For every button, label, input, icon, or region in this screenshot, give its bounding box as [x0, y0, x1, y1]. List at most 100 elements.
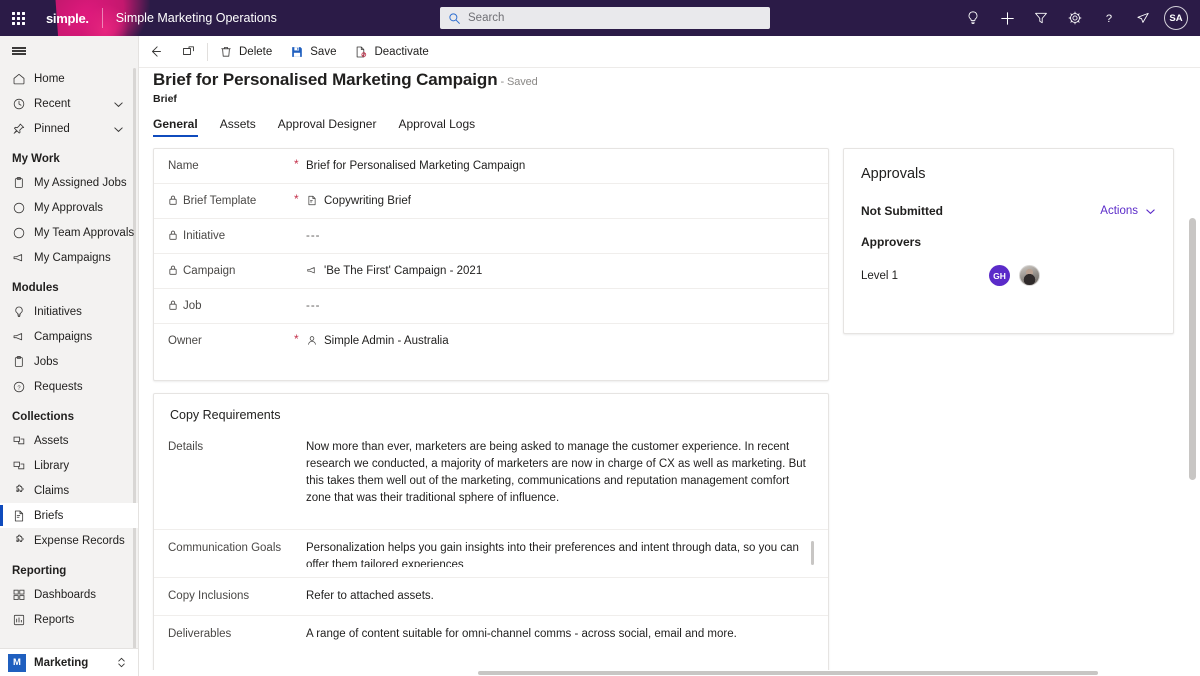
deactivate-button[interactable]: Deactivate	[345, 36, 437, 68]
field-value-campaign[interactable]: 'Be The First' Campaign - 2021	[306, 263, 814, 280]
approvals-actions-button[interactable]: Actions	[1100, 205, 1156, 217]
field-row-job[interactable]: Job ---	[154, 289, 828, 324]
popout-button[interactable]	[172, 36, 205, 68]
save-button-label: Save	[310, 45, 337, 58]
sidebar-item-recent[interactable]: Recent	[0, 91, 138, 116]
sidebar-group-title: Collections	[12, 411, 74, 423]
chevron-down-icon[interactable]	[113, 124, 124, 135]
field-row-details[interactable]: Details Now more than ever, marketers ar…	[154, 429, 828, 530]
sidebar-item-expense-records[interactable]: Expense Records	[0, 528, 138, 553]
field-label-text: Owner	[168, 335, 202, 347]
brand-logo[interactable]: simple.	[46, 11, 89, 26]
sidebar-item-pinned[interactable]: Pinned	[0, 116, 138, 141]
field-value-owner[interactable]: Simple Admin - Australia	[306, 333, 814, 350]
sidebar-item-briefs[interactable]: Briefs	[0, 503, 138, 528]
field-value-text: A range of content suitable for omni-cha…	[306, 628, 737, 640]
field-row-communication-goals[interactable]: Communication Goals Personalization help…	[154, 530, 828, 578]
field-row-deliverables[interactable]: Deliverables A range of content suitable…	[154, 616, 828, 675]
clipboard-icon	[12, 175, 30, 191]
user-avatar[interactable]: SA	[1164, 6, 1188, 30]
sidebar-item-my-approvals[interactable]: My Approvals	[0, 195, 138, 220]
field-row-owner[interactable]: Owner * Simple Admin - Australia	[154, 324, 828, 358]
approver-level-label: Level 1	[861, 269, 899, 282]
sidebar-group-title: My Work	[12, 153, 60, 165]
plus-icon[interactable]	[990, 0, 1024, 36]
tab-approval-designer[interactable]: Approval Designer	[278, 117, 377, 137]
sidebar-item-label: Requests	[34, 380, 83, 393]
sidebar-item-claims[interactable]: Claims	[0, 478, 138, 503]
field-value-job[interactable]: ---	[306, 298, 814, 315]
arrow-left-icon	[152, 46, 161, 57]
left-sidebar: Home Recent Pinned My Work My Assigned J…	[0, 36, 139, 676]
field-row-initiative[interactable]: Initiative ---	[154, 219, 828, 254]
field-value-communication-goals[interactable]: Personalization helps you gain insights …	[306, 540, 814, 567]
record-header: Brief for Personalised Marketing Campaig…	[153, 70, 538, 105]
field-scrollbar[interactable]	[811, 541, 814, 565]
tab-general[interactable]: General	[153, 117, 198, 137]
field-row-brief-template[interactable]: Brief Template * Copywriting Brief	[154, 184, 828, 219]
question-icon[interactable]: ?	[1092, 0, 1126, 36]
field-label: Details	[168, 439, 294, 454]
sidebar-item-my-campaigns[interactable]: My Campaigns	[0, 245, 138, 270]
sidebar-item-home[interactable]: Home	[0, 66, 138, 91]
sidebar-item-label: My Campaigns	[34, 251, 111, 264]
field-row-copy-inclusions[interactable]: Copy Inclusions Refer to attached assets…	[154, 578, 828, 616]
sitemap-toggle-button[interactable]	[0, 36, 138, 66]
back-button[interactable]	[139, 36, 172, 68]
app-launcher-button[interactable]	[0, 0, 36, 36]
gear-icon[interactable]	[1058, 0, 1092, 36]
sidebar-item-initiatives[interactable]: Initiatives	[0, 299, 138, 324]
command-bar: Delete Save Deactivate	[139, 36, 1200, 68]
svg-text:?: ?	[1106, 13, 1112, 25]
lightbulb-icon	[12, 304, 30, 320]
main-vertical-scrollbar-thumb[interactable]	[1189, 218, 1196, 480]
page-title: Brief for Personalised Marketing Campaig…	[153, 70, 538, 90]
field-value-initiative[interactable]: ---	[306, 228, 814, 245]
sidebar-item-assets[interactable]: Assets	[0, 428, 138, 453]
sidebar-item-my-assigned-jobs[interactable]: My Assigned Jobs	[0, 170, 138, 195]
chevron-down-icon[interactable]	[113, 99, 124, 110]
sidebar-item-jobs[interactable]: Jobs	[0, 349, 138, 374]
chevron-up-down-icon[interactable]	[116, 656, 127, 669]
sidebar-item-my-team-approvals[interactable]: My Team Approvals	[0, 220, 138, 245]
org-name: Marketing	[34, 656, 89, 669]
field-value-deliverables[interactable]: A range of content suitable for omni-cha…	[306, 626, 814, 643]
field-value-name[interactable]: Brief for Personalised Marketing Campaig…	[306, 158, 814, 175]
save-button[interactable]: Save	[281, 36, 345, 68]
field-label-text: Name	[168, 160, 199, 172]
field-value-text: ---	[306, 230, 321, 242]
field-label-text: Initiative	[183, 230, 226, 242]
send-icon[interactable]	[1126, 0, 1160, 36]
org-avatar-initial: M	[13, 657, 21, 668]
filter-icon[interactable]	[1024, 0, 1058, 36]
tab-approval-logs[interactable]: Approval Logs	[398, 117, 475, 137]
approver-avatar-initials[interactable]: GH	[989, 265, 1010, 286]
header-icon-group: ? SA	[956, 0, 1194, 36]
field-row-campaign[interactable]: Campaign 'Be The First' Campaign - 2021	[154, 254, 828, 289]
sidebar-item-dashboards[interactable]: Dashboards	[0, 582, 138, 607]
field-row-name[interactable]: Name * Brief for Personalised Marketing …	[154, 149, 828, 184]
tab-assets[interactable]: Assets	[220, 117, 256, 137]
sidebar-item-reports[interactable]: Reports	[0, 607, 138, 632]
org-switcher[interactable]: M Marketing	[0, 648, 138, 676]
trash-icon	[221, 46, 231, 57]
main-horizontal-scrollbar-thumb[interactable]	[478, 671, 1098, 675]
field-value-brief-template[interactable]: Copywriting Brief	[306, 193, 814, 210]
search-input[interactable]: Search	[440, 7, 770, 29]
lightbulb-icon[interactable]	[956, 0, 990, 36]
brief-icon	[306, 193, 319, 207]
field-value-details[interactable]: Now more than ever, marketers are being …	[306, 439, 814, 507]
sidebar-item-library[interactable]: Library	[0, 453, 138, 478]
sidebar-item-label: Claims	[34, 484, 70, 497]
main-vertical-scrollbar-track	[1187, 68, 1199, 676]
library-icon	[12, 458, 30, 474]
required-asterisk: *	[294, 332, 299, 346]
sidebar-item-label: Expense Records	[34, 534, 125, 547]
approver-avatar-photo[interactable]	[1019, 265, 1040, 286]
field-label: Communication Goals	[168, 540, 294, 555]
field-value-copy-inclusions[interactable]: Refer to attached assets.	[306, 588, 814, 605]
sidebar-item-campaigns[interactable]: Campaigns	[0, 324, 138, 349]
sidebar-item-requests[interactable]: ? Requests	[0, 374, 138, 399]
delete-button[interactable]: Delete	[210, 36, 281, 68]
sidebar-item-label: Campaigns	[34, 330, 93, 343]
